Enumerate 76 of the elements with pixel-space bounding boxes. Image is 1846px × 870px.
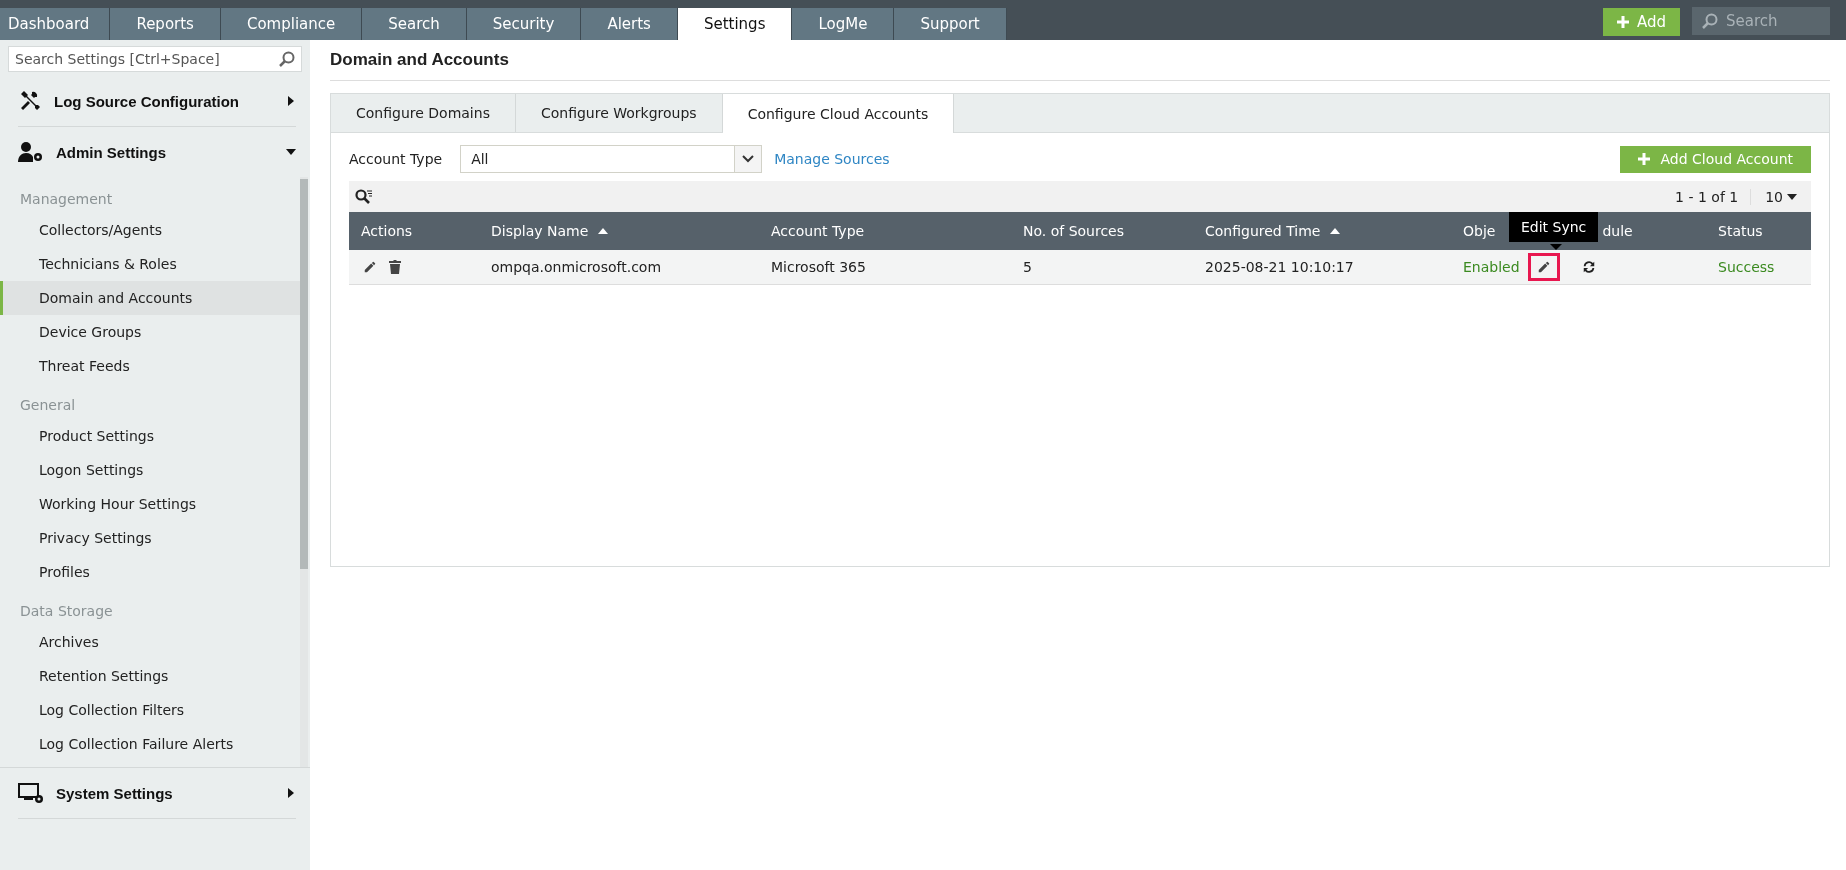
settings-menu-item[interactable]: Collectors/Agents	[0, 213, 300, 247]
trash-icon	[389, 260, 401, 274]
column-header[interactable]: Account Type	[771, 223, 865, 239]
nav-tab[interactable]: Search	[362, 8, 467, 40]
search-icon	[279, 51, 295, 67]
settings-search-field[interactable]: Search Settings [Ctrl+Space]	[8, 46, 302, 72]
nav-tab[interactable]: Support	[894, 8, 1007, 40]
settings-menu-item[interactable]: Log Collection Failure Alerts	[0, 727, 300, 761]
nav-tab[interactable]: Security	[466, 8, 582, 40]
table-row[interactable]: ompqa.onmicrosoft.com Microsoft 365 5 2025-08-21 10:10:17 Enabled Success	[349, 250, 1811, 285]
column-header[interactable]: Display Name	[491, 223, 589, 239]
sort-ascending-icon	[598, 228, 609, 234]
sort-ascending-icon	[1330, 228, 1341, 234]
nav-tab[interactable]: Reports	[110, 8, 221, 40]
settings-menu-item[interactable]: Archives	[0, 625, 300, 659]
column-header[interactable]: No. of Sources	[1023, 223, 1124, 239]
menu-group-heading: Management	[19, 190, 114, 209]
search-filter-icon[interactable]	[355, 188, 373, 205]
tooltip: Edit Sync	[1509, 212, 1599, 242]
settings-menu-item[interactable]: Privacy Settings	[0, 521, 300, 555]
table-cell-text: 2025-08-21 10:10:17	[1204, 258, 1355, 277]
table-cell-text: ompqa.onmicrosoft.com	[490, 258, 663, 277]
monitor-gear-icon	[18, 782, 44, 804]
settings-menu-header[interactable]: Log Source Configuration	[18, 76, 296, 127]
nav-tab[interactable]: Dashboard	[0, 8, 111, 40]
plus-icon	[1638, 153, 1651, 165]
pagination-range: 1 - 1 of 1	[1675, 188, 1752, 205]
menu-group-heading: General	[19, 396, 77, 415]
page-title: Domain and Accounts	[330, 40, 1830, 81]
menu-group-heading: Data Storage	[19, 602, 114, 621]
manage-sources-link[interactable]: Manage Sources	[774, 151, 890, 167]
column-header[interactable]: Obje	[1463, 223, 1496, 239]
nav-tab[interactable]: Compliance	[220, 8, 363, 40]
nav-tab[interactable]: Settings	[677, 8, 793, 40]
scrollbar-thumb[interactable]	[300, 179, 308, 569]
caret-right-icon	[286, 96, 296, 106]
settings-menu-item[interactable]: Profiles	[0, 555, 300, 589]
pencil-icon	[363, 260, 377, 274]
settings-menu-item[interactable]: Log Collection Filters	[0, 693, 300, 727]
caret-right-icon	[286, 788, 296, 798]
tooltip-pointer	[1550, 244, 1562, 250]
settings-menu-item[interactable]: Device Groups	[0, 315, 300, 349]
page-size-dropdown[interactable]: 10	[1751, 188, 1805, 205]
caret-down-icon	[1787, 193, 1797, 200]
settings-menu-item[interactable]: Working Hour Settings	[0, 487, 300, 521]
column-header[interactable]: Status	[1718, 223, 1763, 239]
sync-status-text: Enabled	[1463, 259, 1520, 275]
settings-menu-item[interactable]: Retention Settings	[0, 659, 300, 693]
plus-icon	[1616, 16, 1629, 28]
settings-menu-item[interactable]: Logon Settings	[0, 453, 300, 487]
scrollbar-track[interactable]	[300, 177, 308, 767]
chevron-down-icon	[742, 155, 755, 163]
status-text: Success	[1718, 259, 1775, 275]
settings-menu-item[interactable]: Threat Feeds	[0, 349, 300, 383]
pencil-icon	[1536, 260, 1551, 274]
page-tab[interactable]: Configure Cloud Accounts	[722, 94, 955, 133]
edit-sync-button[interactable]	[1527, 253, 1560, 281]
table-cell-text: 5	[1022, 258, 1033, 277]
column-header[interactable]: dule	[1602, 223, 1633, 239]
nav-tab[interactable]: Alerts	[581, 8, 678, 40]
table-cell-text: Microsoft 365	[770, 258, 867, 277]
refresh-icon	[1581, 260, 1596, 274]
column-header[interactable]: Configured Time	[1205, 223, 1321, 239]
caret-down-icon	[286, 147, 296, 157]
settings-menu-header[interactable]: System Settings	[18, 768, 296, 819]
account-type-dropdown[interactable]: All	[460, 145, 763, 173]
delete-button[interactable]	[387, 260, 403, 274]
settings-menu-item[interactable]: Product Settings	[0, 419, 300, 453]
column-header[interactable]: Actions	[361, 223, 413, 239]
nav-tab[interactable]: LogMe	[792, 8, 895, 40]
search-icon	[1702, 13, 1718, 29]
settings-menu-header[interactable]: Admin Settings	[18, 127, 296, 177]
settings-menu-item[interactable]: Domain and Accounts	[0, 281, 300, 315]
filter-label: Account Type	[349, 151, 443, 167]
settings-menu-item[interactable]: Technicians & Roles	[0, 247, 300, 281]
user-gear-icon	[18, 141, 44, 163]
